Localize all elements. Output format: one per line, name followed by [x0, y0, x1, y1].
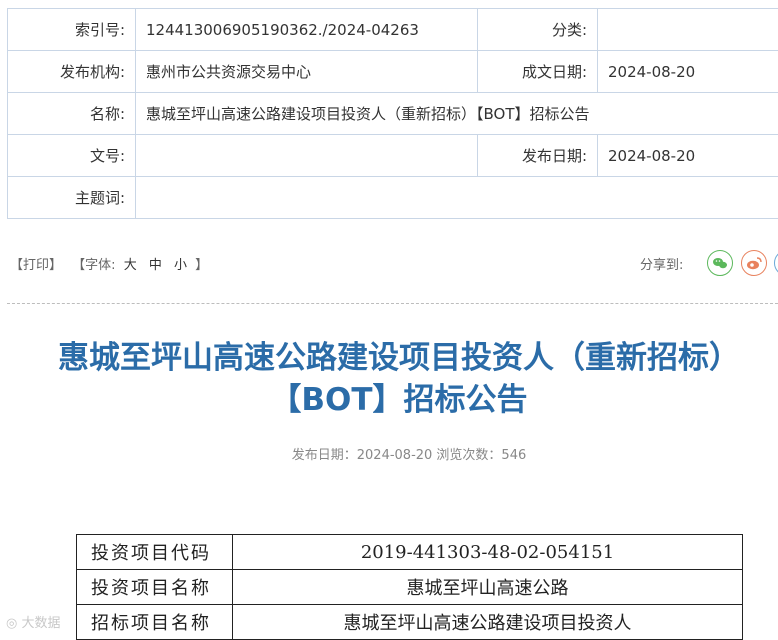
font-small-button[interactable]: 小: [174, 254, 187, 273]
watermark: ◎ 大数据: [6, 612, 61, 631]
project-name-value: 惠城至坪山高速公路: [233, 570, 743, 605]
third-share-icon[interactable]: [774, 250, 778, 276]
category-value: [598, 9, 778, 51]
pubdate-value: 2024-08-20: [598, 135, 778, 177]
font-large-button[interactable]: 大: [124, 254, 137, 273]
wechat-share-icon[interactable]: [707, 250, 733, 276]
org-label: 发布机构:: [8, 51, 136, 93]
watermark-logo-icon: ◎: [6, 616, 21, 631]
article-title-line1: 惠城至坪山高速公路建设项目投资人（重新招标）: [0, 337, 778, 379]
project-info-table: 投资项目代码 2019-441303-48-02-054151 投资项目名称 惠…: [76, 534, 743, 640]
document-meta-table: 索引号: 124413006905190362./2024-04263 分类: …: [7, 8, 778, 219]
article-title-line2: 【BOT】招标公告: [0, 379, 778, 421]
meta-row-index: 索引号: 124413006905190362./2024-04263 分类:: [8, 9, 778, 51]
written-date-value: 2024-08-20: [598, 51, 778, 93]
article-title: 惠城至坪山高速公路建设项目投资人（重新招标） 【BOT】招标公告: [0, 337, 778, 421]
meta-row-name: 名称: 惠城至坪山高速公路建设项目投资人（重新招标）【BOT】招标公告: [8, 93, 778, 135]
index-value: 124413006905190362./2024-04263: [136, 9, 478, 51]
meta-row-topic: 主题词:: [8, 177, 778, 219]
pubdate-label: 发布日期:: [478, 135, 598, 177]
tender-name-label: 招标项目名称: [77, 605, 233, 640]
name-value: 惠城至坪山高速公路建设项目投资人（重新招标）【BOT】招标公告: [136, 93, 778, 135]
weibo-share-icon[interactable]: [741, 250, 767, 276]
publish-info: 发布日期：2024-08-20 浏览次数：546: [0, 444, 778, 463]
project-code-label: 投资项目代码: [77, 535, 233, 570]
table-row: 招标项目名称 惠城至坪山高速公路建设项目投资人: [77, 605, 743, 640]
font-size-bracket: 】: [195, 254, 208, 273]
table-row: 投资项目名称 惠城至坪山高速公路: [77, 570, 743, 605]
article-toolbar: 【打印】 【字体: 大 中 小 】: [10, 254, 208, 273]
tender-name-value: 惠城至坪山高速公路建设项目投资人: [233, 605, 743, 640]
org-value: 惠州市公共资源交易中心: [136, 51, 478, 93]
meta-row-org: 发布机构: 惠州市公共资源交易中心 成文日期: 2024-08-20: [8, 51, 778, 93]
font-size-label: 【字体:: [72, 254, 115, 273]
docno-label: 文号:: [8, 135, 136, 177]
print-button[interactable]: 【打印】: [10, 254, 62, 273]
font-medium-button[interactable]: 中: [149, 254, 162, 273]
docno-value: [136, 135, 478, 177]
topic-value: [136, 177, 778, 219]
meta-row-docno: 文号: 发布日期: 2024-08-20: [8, 135, 778, 177]
project-code-value: 2019-441303-48-02-054151: [233, 535, 743, 570]
table-row: 投资项目代码 2019-441303-48-02-054151: [77, 535, 743, 570]
share-label: 分享到:: [640, 254, 683, 273]
index-label: 索引号:: [8, 9, 136, 51]
watermark-text: 大数据: [21, 616, 60, 631]
topic-label: 主题词:: [8, 177, 136, 219]
written-date-label: 成文日期:: [478, 51, 598, 93]
divider: [7, 303, 778, 304]
project-name-label: 投资项目名称: [77, 570, 233, 605]
name-label: 名称:: [8, 93, 136, 135]
category-label: 分类:: [478, 9, 598, 51]
